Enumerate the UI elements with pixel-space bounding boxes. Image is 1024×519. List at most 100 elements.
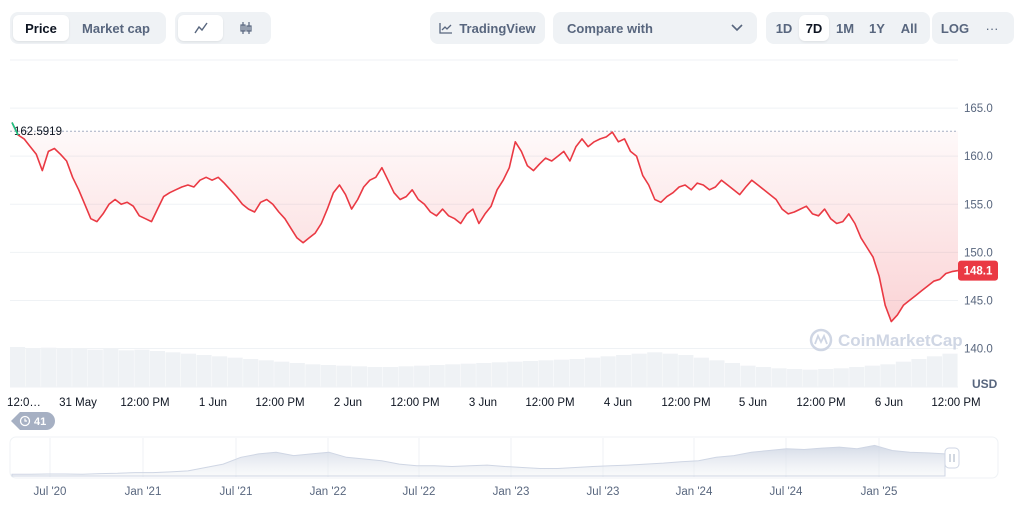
volume-bar (864, 365, 880, 387)
volume-bar (709, 360, 725, 387)
volume-bar (103, 349, 119, 387)
volume-bar (165, 352, 181, 387)
volume-bar (258, 360, 274, 387)
history-count: 41 (34, 416, 46, 428)
volume-bar (538, 360, 554, 387)
y-axis-unit: USD (972, 377, 998, 391)
x-tick-label: 12:00 PM (661, 397, 710, 409)
volume-bar (72, 348, 88, 387)
y-tick-label: 140.0 (964, 344, 993, 356)
x-tick-label: 12:0… (7, 397, 41, 409)
timeline-tick-label: Jul '24 (770, 486, 803, 498)
timeline-tick-label: Jan '25 (861, 486, 898, 498)
volume-bar (802, 369, 818, 387)
timeline-tick-label: Jan '24 (676, 486, 713, 498)
volume-bar (336, 365, 352, 387)
watermark-text: CoinMarketCap (838, 331, 963, 350)
volume-bar (491, 362, 507, 387)
volume-bar (382, 367, 399, 387)
volume-bar (647, 352, 663, 387)
x-axis: 12:0… 31 May 12:00 PM 1 Jun 12:00 PM 2 Jun 12:… (7, 397, 981, 409)
volume-bar (289, 363, 305, 387)
volume-bar (569, 359, 585, 387)
volume-bar (693, 357, 709, 387)
volume-bar (10, 347, 26, 387)
x-tick-label: 4 Jun (604, 397, 632, 409)
volume-bar (398, 366, 414, 387)
volume-bars (10, 347, 958, 387)
volume-bar (818, 369, 834, 387)
volume-bar (134, 349, 150, 387)
history-badge[interactable]: 41 (11, 412, 55, 430)
x-tick-label: 12:00 PM (525, 397, 574, 409)
x-tick-label: 12:00 PM (390, 397, 439, 409)
volume-bar (662, 353, 678, 387)
volume-bar (476, 363, 492, 387)
volume-bar (180, 353, 197, 387)
timeline-tick-label: Jan '21 (125, 486, 162, 498)
x-tick-label: 12:00 PM (931, 397, 980, 409)
volume-bar (367, 367, 383, 387)
price-area-fill (12, 122, 958, 322)
volume-bar (56, 349, 72, 387)
volume-bar (522, 361, 538, 387)
volume-bar (227, 357, 243, 387)
volume-bar (305, 364, 321, 387)
volume-bar (755, 367, 772, 387)
volume-bar (507, 361, 523, 387)
y-tick-label: 160.0 (964, 151, 993, 163)
timeline-tick-label: Jul '23 (587, 486, 620, 498)
volume-bar (553, 359, 570, 387)
x-tick-label: 2 Jun (334, 397, 362, 409)
y-tick-label: 155.0 (964, 199, 993, 211)
volume-bar (212, 356, 228, 387)
volume-bar (41, 347, 57, 387)
x-tick-label: 3 Jun (469, 397, 497, 409)
volume-bar (429, 365, 445, 387)
timeline-tick-label: Jan '22 (310, 486, 347, 498)
price-chart: 165.0 160.0 155.0 150.0 145.0 140.0 USD CoinM… (7, 59, 999, 498)
current-price-badge: 148.1 (958, 260, 998, 281)
watermark-logo-icon (809, 328, 833, 352)
timeline-handle-bg (944, 447, 960, 469)
volume-bar (87, 349, 103, 387)
y-axis: 165.0 160.0 155.0 150.0 145.0 140.0 (964, 103, 993, 355)
volume-bar (849, 367, 865, 387)
volume-bar (320, 365, 336, 387)
timeline-handle[interactable] (944, 447, 960, 469)
timeline-tick-label: Jul '21 (220, 486, 253, 498)
volume-bar (678, 355, 694, 387)
volume-bar (274, 361, 290, 387)
timeline-x-axis: Jul '20 Jan '21 Jul '21 Jan '22 Jul '22 Jan '… (34, 486, 898, 498)
volume-bar (351, 366, 368, 387)
volume-bar (771, 368, 787, 387)
x-tick-label: 12:00 PM (796, 397, 845, 409)
volume-bar (942, 353, 958, 387)
volume-bar (631, 353, 647, 387)
x-tick-label: 5 Jun (739, 397, 767, 409)
grid-lines (10, 59, 958, 388)
volume-bar (149, 351, 166, 387)
x-tick-label: 6 Jun (875, 397, 903, 409)
timeline-tick-label: Jul '22 (403, 486, 436, 498)
volume-bar (911, 359, 927, 387)
x-tick-label: 1 Jun (199, 397, 227, 409)
y-tick-label: 165.0 (964, 103, 993, 115)
volume-bar (740, 365, 756, 387)
y-tick-label: 145.0 (964, 295, 993, 307)
history-badge-bg (11, 412, 55, 430)
volume-bar (445, 364, 461, 387)
x-tick-label: 12:00 PM (255, 397, 304, 409)
volume-bar (724, 363, 741, 387)
volume-bar (833, 368, 849, 387)
volume-bar (616, 355, 632, 387)
volume-bar (196, 355, 212, 387)
volume-bar (600, 356, 616, 387)
x-tick-label: 31 May (59, 397, 97, 409)
volume-bar (25, 348, 41, 387)
timeline-tick-label: Jul '20 (34, 486, 67, 498)
volume-bar (243, 359, 259, 387)
volume-bar (880, 364, 896, 387)
current-price-value: 148.1 (964, 266, 993, 278)
volume-bar (414, 365, 430, 387)
